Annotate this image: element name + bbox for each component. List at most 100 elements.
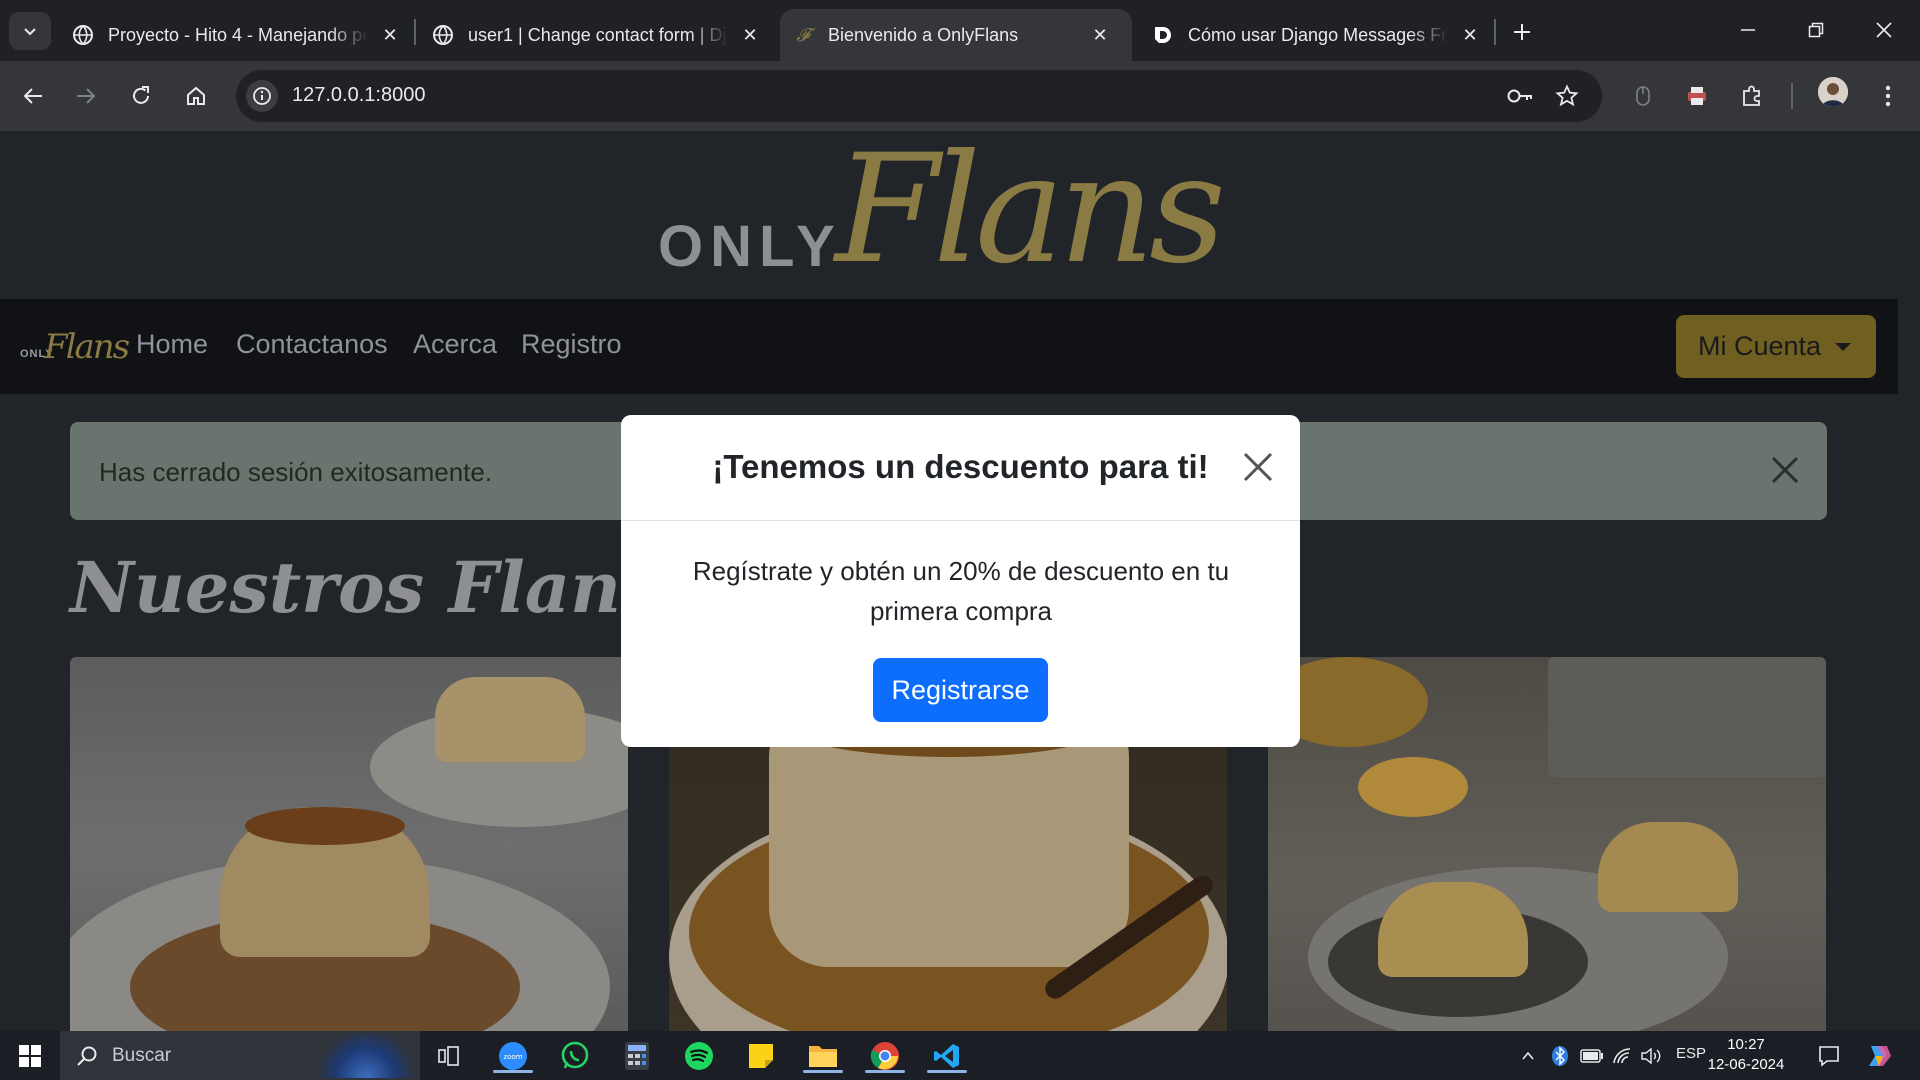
running-indicator <box>803 1070 843 1073</box>
close-tab-icon[interactable]: ✕ <box>1088 23 1112 47</box>
notification-center-button[interactable] <box>1812 1039 1846 1073</box>
django-d-icon <box>1152 24 1174 46</box>
tab-title: Bienvenido a OnlyFlans <box>828 24 1019 45</box>
svg-text:zoom: zoom <box>503 1053 522 1061</box>
reload-icon <box>133 86 149 104</box>
task-view-icon[interactable] <box>432 1039 466 1073</box>
new-tab-button[interactable] <box>1504 14 1540 50</box>
whatsapp-icon[interactable] <box>558 1039 592 1073</box>
back-button[interactable] <box>15 78 51 114</box>
file-explorer-icon[interactable] <box>803 1039 843 1073</box>
running-indicator <box>865 1070 905 1073</box>
calculator-icon[interactable] <box>620 1039 654 1073</box>
copilot-icon[interactable] <box>1862 1039 1896 1073</box>
taskbar-search[interactable]: Buscar <box>60 1031 420 1080</box>
zoom-icon[interactable]: zoom <box>493 1039 533 1073</box>
nav-link-acerca[interactable]: Acerca <box>413 329 497 360</box>
nav-link-contactanos[interactable]: Contactanos <box>236 329 388 360</box>
bookmark-star-button[interactable] <box>1551 80 1583 112</box>
nav-link-home[interactable]: Home <box>136 329 208 360</box>
tab-admin[interactable]: user1 | Change contact form | Django sit… <box>420 9 762 61</box>
address-bar[interactable]: 127.0.0.1:8000 <box>236 70 1602 122</box>
site-navbar: ONLY Flans Home Contactanos Acerca Regis… <box>0 299 1898 394</box>
tab-title: user1 | Change contact form | Django sit… <box>468 24 728 45</box>
password-key-button[interactable] <box>1504 80 1536 112</box>
home-icon <box>187 86 205 105</box>
tab-onlyflans[interactable]: 𝓕 Bienvenido a OnlyFlans ✕ <box>780 9 1132 61</box>
toolbar-divider <box>1791 83 1793 109</box>
close-tab-icon[interactable]: ✕ <box>1458 23 1482 47</box>
minimize-button[interactable] <box>1714 0 1782 60</box>
tab-search-button[interactable] <box>9 12 51 50</box>
account-label: Mi Cuenta <box>1698 331 1822 361</box>
clock-date: 12-06-2024 <box>1707 1056 1785 1073</box>
tab-separator <box>414 19 416 45</box>
sticky-notes-icon[interactable] <box>744 1039 778 1073</box>
extension-mouse-button[interactable] <box>1625 78 1661 114</box>
puzzle-icon <box>1743 85 1760 106</box>
taskbar-search-label: Buscar <box>112 1044 172 1066</box>
chrome-icon[interactable] <box>865 1039 905 1073</box>
clock-time: 10:27 <box>1727 1036 1765 1053</box>
close-icon <box>1243 452 1273 482</box>
restore-icon <box>1808 22 1824 38</box>
account-dropdown-button[interactable]: Mi Cuenta <box>1676 315 1876 378</box>
language-indicator[interactable]: ESP <box>1676 1045 1706 1062</box>
tab-title: Proyecto - Hito 4 - Manejando permisos <box>108 24 368 45</box>
close-tab-icon[interactable]: ✕ <box>738 23 762 47</box>
url-text[interactable]: 127.0.0.1:8000 <box>292 84 425 107</box>
alert-message: Has cerrado sesión exitosamente. <box>99 457 493 487</box>
vscode-icon[interactable] <box>927 1039 967 1073</box>
extension-print-button[interactable] <box>1679 78 1715 114</box>
hero-logo-only: ONLY <box>658 214 842 279</box>
modal-close-button[interactable] <box>1238 447 1278 487</box>
key-icon <box>1507 89 1532 103</box>
search-icon <box>77 1046 97 1066</box>
minimize-icon <box>1741 29 1755 31</box>
nav-link-registro[interactable]: Registro <box>521 329 622 360</box>
start-button[interactable] <box>13 1039 47 1073</box>
more-vertical-icon <box>1885 85 1891 107</box>
volume-icon[interactable] <box>1636 1039 1666 1073</box>
chevron-up-icon <box>1522 1051 1534 1060</box>
site-info-button[interactable] <box>246 80 278 112</box>
close-icon <box>1771 456 1799 484</box>
flan-card-image-3[interactable] <box>1268 657 1826 1031</box>
register-button[interactable]: Registrarse <box>873 658 1048 722</box>
hero-logo-flans: Flans <box>835 131 1226 297</box>
hero-banner: ONLY Flans <box>0 131 1920 299</box>
home-button[interactable] <box>178 78 214 114</box>
tab-bar: Proyecto - Hito 4 - Manejando permisos ✕… <box>0 0 1920 61</box>
forward-button[interactable] <box>68 78 104 114</box>
battery-icon[interactable] <box>1577 1039 1607 1073</box>
onlyflans-icon: 𝓕 <box>796 24 810 46</box>
browser-menu-button[interactable] <box>1870 78 1906 114</box>
network-icon[interactable] <box>1608 1039 1636 1073</box>
chevron-down-icon <box>24 28 36 36</box>
tab-proyecto[interactable]: Proyecto - Hito 4 - Manejando permisos ✕ <box>60 9 402 61</box>
modal-title: ¡Tenemos un descuento para ti! <box>712 448 1209 485</box>
profile-icon <box>1818 77 1848 107</box>
windows-logo-icon <box>19 1045 41 1067</box>
close-window-button[interactable] <box>1850 0 1918 60</box>
mouse-icon <box>1636 86 1650 106</box>
alert-close-button[interactable] <box>1767 452 1803 488</box>
spotify-icon[interactable] <box>682 1039 716 1073</box>
restore-button[interactable] <box>1782 0 1850 60</box>
plus-icon <box>1514 24 1530 40</box>
bluetooth-icon[interactable] <box>1548 1039 1572 1073</box>
running-indicator <box>927 1070 967 1073</box>
arrow-right-icon <box>77 88 96 104</box>
printer-icon <box>1688 87 1706 105</box>
close-tab-icon[interactable]: ✕ <box>378 23 402 47</box>
reload-button[interactable] <box>123 78 159 114</box>
show-hidden-icons-button[interactable] <box>1515 1039 1541 1073</box>
extensions-button[interactable] <box>1734 78 1770 114</box>
taskbar-clock[interactable]: 10:27 12-06-2024 <box>1706 1035 1786 1075</box>
info-icon <box>253 87 271 105</box>
profile-avatar[interactable] <box>1818 77 1848 107</box>
flan-card-image-1[interactable] <box>70 657 628 1031</box>
modal-body-text: Regístrate y obtén un 20% de descuento e… <box>692 556 1230 626</box>
tab-django-messages[interactable]: Cómo usar Django Messages Framework ✕ <box>1140 9 1482 61</box>
caret-down-icon <box>1835 342 1852 351</box>
